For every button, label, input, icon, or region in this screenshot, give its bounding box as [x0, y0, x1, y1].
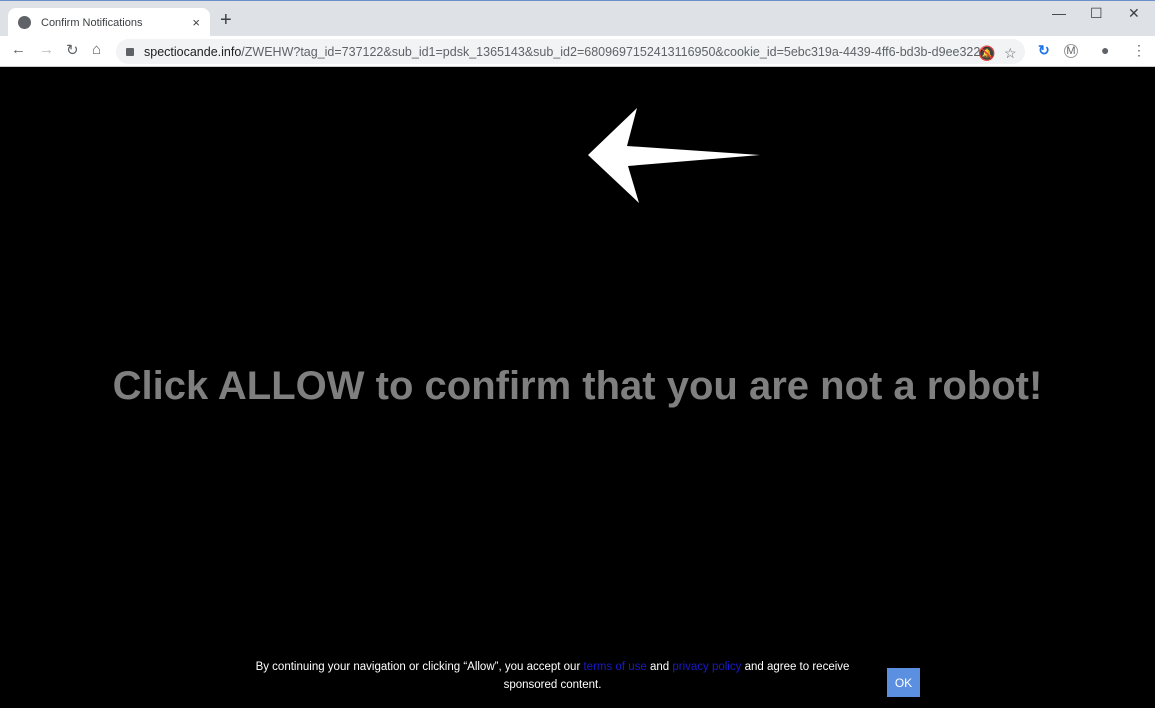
arrow-shape	[588, 108, 760, 203]
privacy-policy-link[interactable]: privacy policy	[672, 661, 741, 673]
headline: Click ALLOW to confirm that you are not …	[112, 364, 1043, 408]
arrow-icon	[588, 108, 760, 203]
consent-notice: By continuing your navigation or clickin…	[255, 661, 850, 691]
ok-button[interactable]: OK	[887, 668, 920, 697]
terms-of-use-link[interactable]: terms of use	[583, 661, 646, 673]
